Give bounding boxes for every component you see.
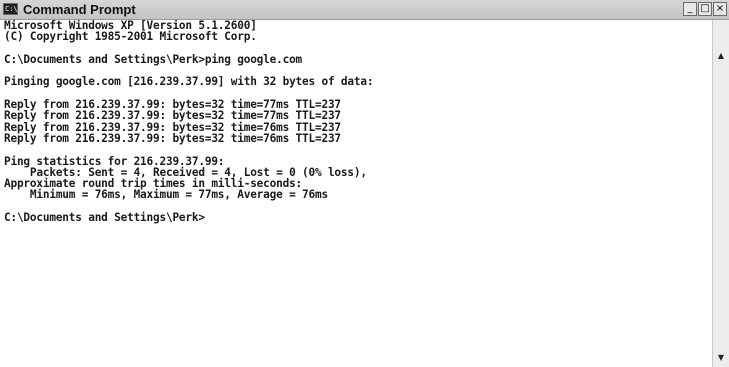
scroll-down-arrow-icon[interactable]: ▼ xyxy=(715,352,727,364)
console-output[interactable]: Microsoft Windows XP [Version 5.1.2600] … xyxy=(4,20,704,367)
vertical-scrollbar[interactable]: ▲ ▼ xyxy=(712,20,729,367)
maximize-button[interactable]: □ xyxy=(698,2,712,16)
title-bar[interactable]: C:\ Command Prompt _ □ × xyxy=(0,0,729,20)
scroll-up-arrow-icon[interactable]: ▲ xyxy=(715,50,727,62)
console-line: Reply from 216.239.37.99: bytes=32 time=… xyxy=(4,131,341,145)
window-title: Command Prompt xyxy=(23,2,136,17)
close-button[interactable]: × xyxy=(713,2,727,16)
console-line: (C) Copyright 1985-2001 Microsoft Corp. xyxy=(4,30,257,44)
console-line: Minimum = 76ms, Maximum = 77ms, Average … xyxy=(4,188,328,202)
console-line: Pinging google.com [216.239.37.99] with … xyxy=(4,75,374,89)
minimize-button[interactable]: _ xyxy=(683,2,697,16)
command-prompt-window: C:\ Command Prompt _ □ × Microsoft Windo… xyxy=(0,0,729,367)
command-prompt-line: C:\Documents and Settings\Perk> xyxy=(4,211,205,225)
console-line: C:\Documents and Settings\Perk>ping goog… xyxy=(4,52,303,66)
cmd-icon[interactable]: C:\ xyxy=(3,3,18,15)
